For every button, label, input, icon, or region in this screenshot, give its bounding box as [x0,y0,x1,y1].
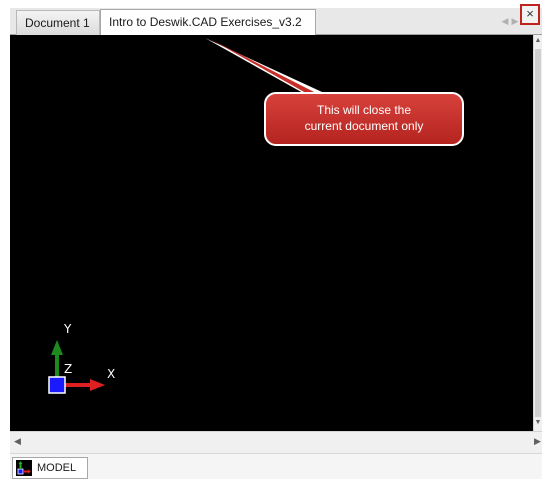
close-document-button[interactable]: × [520,4,540,25]
x-axis-label: X [107,367,116,381]
y-axis-label: Y [64,322,72,336]
chevron-left-icon[interactable]: ◀ [500,14,510,28]
scroll-down-icon[interactable]: ▼ [534,419,542,426]
model-tab-label: MODEL [37,462,77,474]
tab-intro-to-deswik-cad-exercises[interactable]: Intro to Deswik.CAD Exercises_v3.2 [100,9,316,35]
callout-close-document-note: This will close the current document onl… [264,92,464,146]
model-space-icon [16,460,32,476]
horizontal-scrollbar[interactable]: ◀ ▶ [10,431,542,453]
scroll-right-icon[interactable]: ▶ [534,436,541,447]
vertical-scroll-thumb[interactable] [535,49,541,417]
z-axis-label: Z [64,362,73,376]
tab-document-1[interactable]: Document 1 [16,10,100,35]
document-tab-strip: Document 1 Intro to Deswik.CAD Exercises… [10,8,542,35]
callout-line-1: This will close the [316,103,412,117]
callout-line-2: current document only [304,119,424,133]
layout-tab-bar: MODEL [10,453,542,479]
scroll-left-icon[interactable]: ◀ [14,436,21,447]
tab-model[interactable]: MODEL [12,457,88,479]
scroll-up-icon[interactable]: ▲ [534,37,542,44]
close-icon: × [526,6,534,21]
cad-document-window: Document 1 Intro to Deswik.CAD Exercises… [0,0,542,486]
chevron-right-icon[interactable]: ▶ [510,14,520,28]
vertical-scrollbar[interactable]: ▲ ▼ [533,35,542,431]
